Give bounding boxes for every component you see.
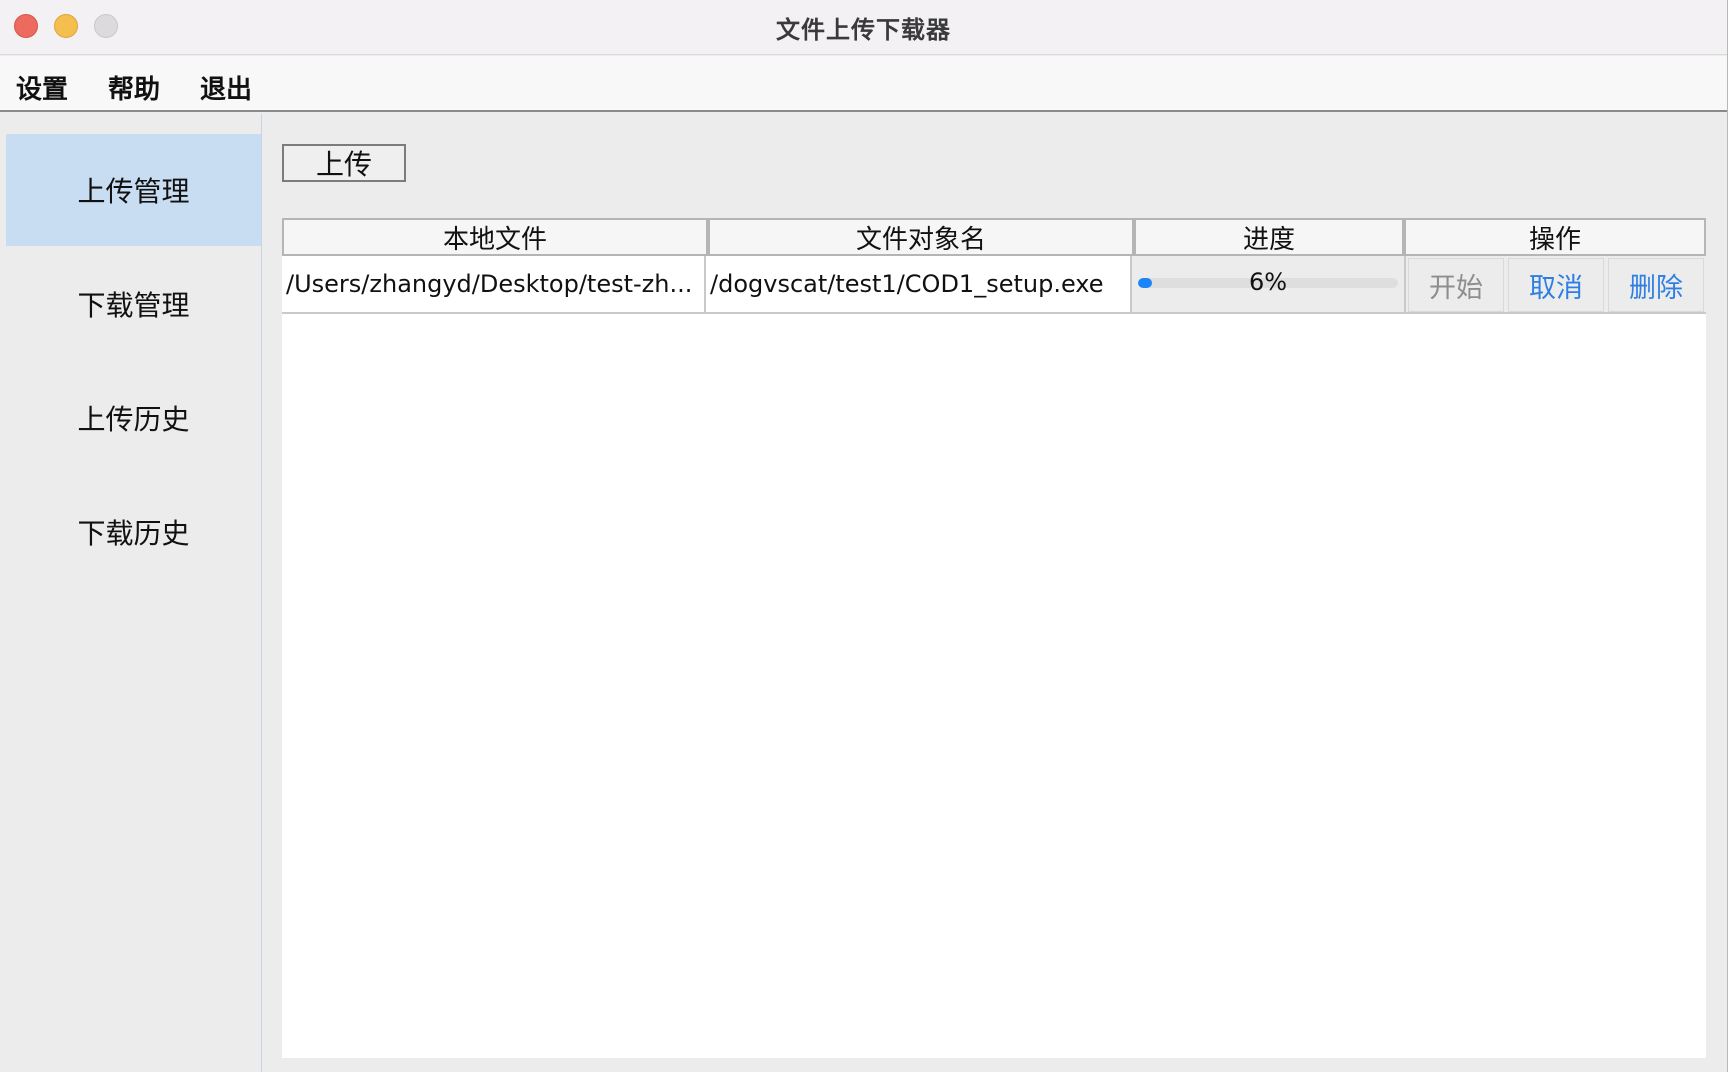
- sidebar-item-label: 上传历史: [77, 403, 190, 436]
- sidebar-item-label: 下载历史: [77, 517, 190, 550]
- column-header-object-name[interactable]: 文件对象名: [708, 218, 1134, 256]
- upload-table: 本地文件 文件对象名 进度 操作 /Users/zhangyd/Desktop/…: [282, 218, 1706, 1058]
- actions-cell: 开始 取消 删除: [1406, 256, 1706, 312]
- menu-help[interactable]: 帮助: [108, 69, 160, 106]
- delete-button[interactable]: 删除: [1608, 258, 1704, 312]
- column-header-progress[interactable]: 进度: [1134, 218, 1404, 256]
- progress-percent: 6%: [1248, 268, 1288, 296]
- window-title: 文件上传下载器: [776, 16, 951, 44]
- sidebar-item-download-manage[interactable]: 下载管理: [6, 248, 261, 360]
- sidebar-item-upload-history[interactable]: 上传历史: [6, 362, 261, 474]
- object-name-cell: /dogvscat/test1/COD1_setup.exe: [706, 256, 1132, 312]
- sidebar-item-upload-manage[interactable]: 上传管理: [6, 134, 261, 246]
- menu-exit[interactable]: 退出: [200, 69, 252, 106]
- column-header-actions[interactable]: 操作: [1404, 218, 1706, 256]
- title-bar: 文件上传下载器: [0, 0, 1727, 55]
- progress-cell: 6%: [1132, 256, 1406, 312]
- menu-bar: 设置 帮助 退出: [0, 56, 1727, 112]
- cancel-button[interactable]: 取消: [1508, 258, 1604, 312]
- column-header-local-file[interactable]: 本地文件: [282, 218, 708, 256]
- sidebar-item-label: 下载管理: [77, 289, 190, 322]
- local-file-cell: /Users/zhangyd/Desktop/test-zh...: [282, 256, 706, 312]
- app-window: 文件上传下载器 设置 帮助 退出 上传管理 下载管理 上传历史 下载历史 上传 …: [0, 0, 1728, 1072]
- sidebar: 上传管理 下载管理 上传历史 下载历史: [0, 114, 262, 1072]
- start-button[interactable]: 开始: [1408, 258, 1504, 312]
- sidebar-item-download-history[interactable]: 下载历史: [6, 476, 261, 588]
- table-header: 本地文件 文件对象名 进度 操作: [282, 218, 1706, 256]
- sidebar-item-label: 上传管理: [77, 175, 190, 208]
- upload-button[interactable]: 上传: [282, 144, 406, 182]
- table-row[interactable]: /Users/zhangyd/Desktop/test-zh... /dogvs…: [282, 256, 1706, 314]
- menu-settings[interactable]: 设置: [16, 69, 68, 106]
